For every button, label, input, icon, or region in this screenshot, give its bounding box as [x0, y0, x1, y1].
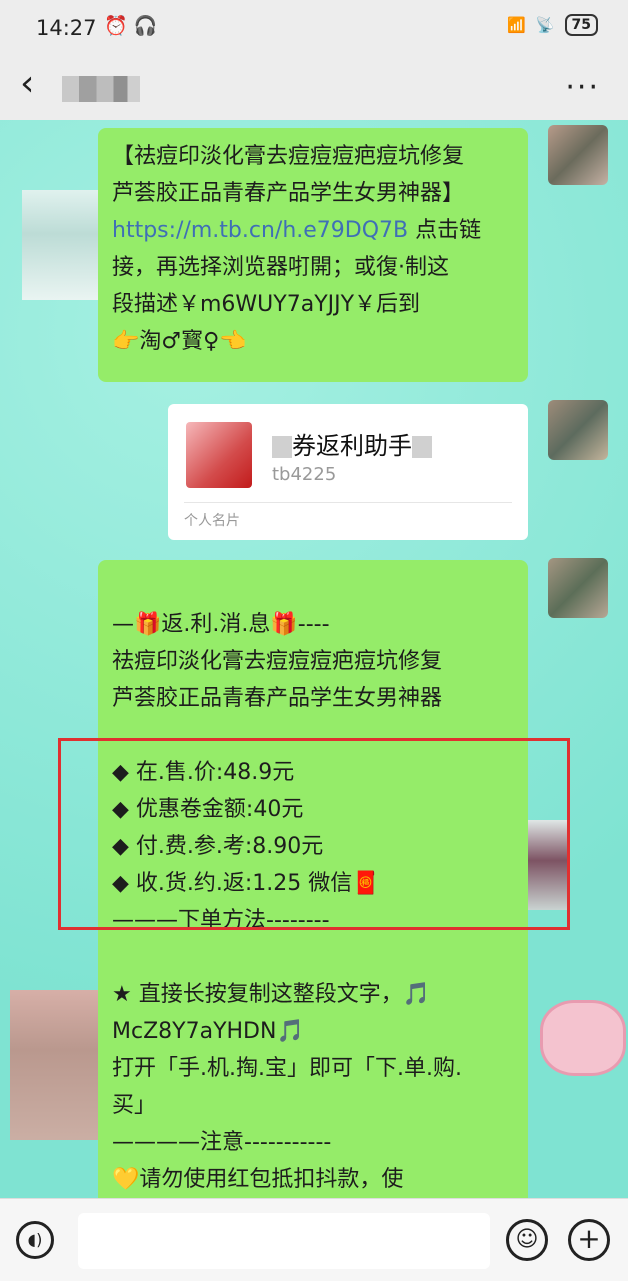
- message-line: [112, 939, 514, 976]
- message-line: 接，再选择浏览器咑開；或復·制这: [112, 255, 449, 280]
- emoji-icon[interactable]: ☺: [506, 1219, 548, 1261]
- avatar-blurred: [22, 190, 100, 300]
- message-line: 打开「手.机.掏.宝」即可「下.单.购.: [112, 1056, 462, 1081]
- input-bar: ◖) ☺ +: [0, 1198, 628, 1281]
- card-divider: [184, 502, 512, 503]
- message-line: https://m.tb.cn/h.e79DQ7B 点击链: [112, 218, 482, 243]
- wifi-icon: 📡: [535, 16, 555, 34]
- red-highlight-box: [58, 738, 570, 930]
- card-name: 券返利助手: [272, 426, 432, 461]
- message-line: —🎁返.利.消.息🎁----: [112, 612, 330, 637]
- alarm-icon: ⏰ 🎧: [104, 15, 158, 37]
- plus-icon[interactable]: +: [568, 1219, 610, 1261]
- status-bar: 14:27 ⏰ 🎧 📶 📡 75: [0, 0, 628, 56]
- message-line: ★ 直接长按复制这整段文字，🎵: [112, 982, 431, 1007]
- contact-card[interactable]: 券返利助手 tb4225 个人名片: [168, 404, 528, 540]
- card-id: tb4225: [272, 464, 337, 485]
- avatar[interactable]: [548, 400, 608, 460]
- blur-block: [412, 436, 432, 458]
- avatar[interactable]: [548, 125, 608, 185]
- product-link[interactable]: https://m.tb.cn/h.e79DQ7B: [112, 218, 408, 243]
- message-line: 祛痘印淡化膏去痘痘痘疤痘坑修复: [112, 649, 443, 674]
- voice-icon[interactable]: ◖): [16, 1221, 54, 1259]
- message-line: 💛请勿使用红包抵扣抖款，使: [112, 1167, 404, 1192]
- back-chevron-icon[interactable]: ‹: [20, 64, 34, 104]
- message-line: ————注意-----------: [112, 1130, 332, 1155]
- card-avatar: [186, 422, 252, 488]
- status-time: 14:27: [36, 16, 97, 40]
- battery-indicator: 75: [564, 14, 598, 36]
- chat-area[interactable]: 【祛痘印淡化膏去痘痘痘疤痘坑修复 芦荟胶正品青春产品学生女男神器】 https:…: [0, 120, 628, 1198]
- card-footer: 个人名片: [184, 513, 240, 529]
- avatar-blurred: [10, 990, 100, 1140]
- message-line: 买」: [112, 1093, 157, 1118]
- message-line: 段描述￥m6WUY7aYJJY￥后到: [112, 292, 421, 317]
- status-right: 📶 📡 75: [507, 14, 598, 36]
- message-line: McZ8Y7aYHDN🎵: [112, 1019, 304, 1044]
- blur-block: [272, 436, 292, 458]
- more-icon[interactable]: ···: [565, 70, 600, 105]
- message-line: 芦荟胶正品青春产品学生女男神器】: [112, 181, 465, 206]
- chat-title-blurred: [62, 76, 140, 102]
- avatar[interactable]: [548, 558, 608, 618]
- message-input[interactable]: [78, 1213, 490, 1269]
- message-line: 芦荟胶正品青春产品学生女男神器: [112, 686, 443, 711]
- chat-header: ‹ ···: [0, 56, 628, 120]
- message-bubble-link[interactable]: 【祛痘印淡化膏去痘痘痘疤痘坑修复 芦荟胶正品青春产品学生女男神器】 https:…: [98, 128, 528, 382]
- heart-decoration: [540, 1000, 626, 1076]
- signal-icon: 📶: [507, 16, 526, 34]
- message-line: 👉淘♂寳♀👈: [112, 329, 247, 354]
- message-line: 【祛痘印淡化膏去痘痘痘疤痘坑修复: [112, 144, 465, 169]
